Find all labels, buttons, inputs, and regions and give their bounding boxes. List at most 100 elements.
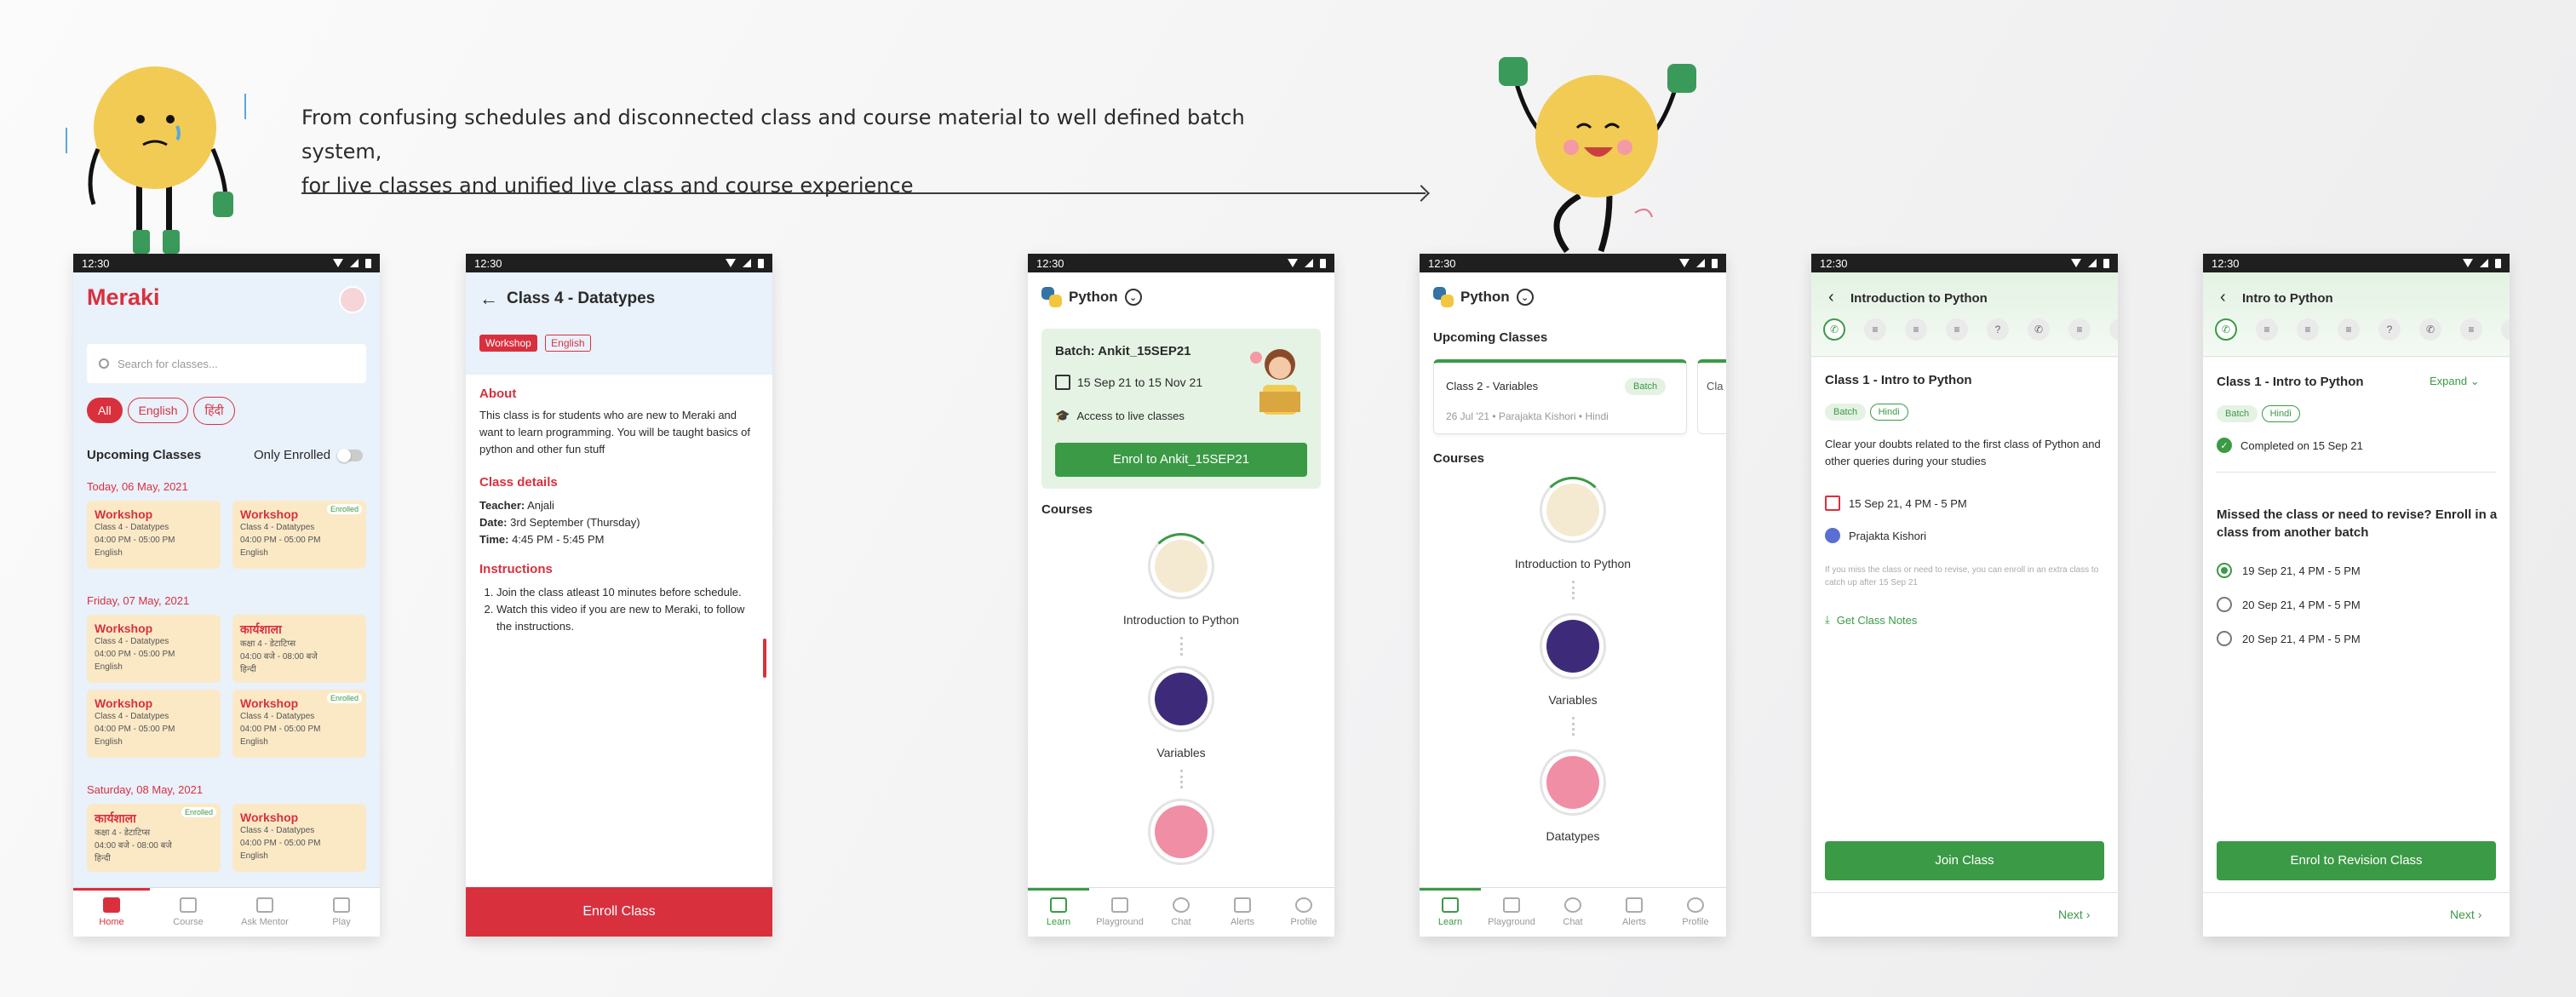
class-card[interactable]: कार्यशाला कक्षा 4 - डेटाटिप्स 04:00 बजे - … — [232, 615, 366, 683]
document-icon[interactable]: ≡ — [2297, 318, 2319, 341]
nav-profile[interactable]: Profile — [1273, 888, 1334, 937]
course-node[interactable] — [1540, 749, 1606, 816]
revision-option[interactable]: 20 Sep 21, 4 PM - 5 PM — [2217, 622, 2361, 656]
course-node[interactable] — [1148, 666, 1214, 732]
document-icon[interactable]: ≡ — [2256, 318, 2278, 341]
enrol-batch-button[interactable]: Enrol to Ankit_15SEP21 — [1055, 443, 1307, 477]
class-card[interactable]: Enrolled Workshop Class 4 - Datatypes 04:00… — [232, 501, 366, 569]
question-icon[interactable]: ? — [1987, 318, 2009, 341]
course-switcher[interactable]: Python ⌄ — [1028, 272, 1334, 322]
teacher-value: Anjali — [527, 499, 554, 512]
datatypes-icon — [1546, 756, 1599, 809]
course-node[interactable] — [1540, 613, 1606, 679]
language-tag: Hindi — [2261, 405, 2300, 422]
course-node[interactable] — [1148, 533, 1214, 599]
nav-playground[interactable]: Playground — [1481, 888, 1542, 937]
wifi-icon — [2463, 259, 2473, 267]
chat-icon — [1564, 897, 1581, 913]
nav-chat[interactable]: Chat — [1150, 888, 1212, 937]
about-heading: About — [479, 387, 517, 401]
path-dots — [1180, 637, 1184, 656]
class-card[interactable]: Workshop Class 4 - Datatypes 04:00 PM - 05… — [232, 804, 366, 872]
back-chevron-icon[interactable]: ‹ — [1828, 288, 1834, 307]
enroll-class-button[interactable]: Enroll Class — [466, 887, 772, 937]
revision-question: Missed the class or need to revise? Enro… — [2217, 507, 2498, 540]
nav-course[interactable]: Course — [150, 888, 227, 937]
filter-hindi[interactable]: हिंदी — [193, 397, 235, 425]
nav-learn[interactable]: Learn — [1420, 888, 1481, 937]
revision-option[interactable]: 20 Sep 21, 4 PM - 5 PM — [2217, 587, 2361, 622]
course-switcher[interactable]: Python ⌄ — [1420, 272, 1726, 322]
sad-mascot — [51, 60, 255, 255]
enrol-revision-button[interactable]: Enrol to Revision Class — [2217, 841, 2496, 880]
filter-english[interactable]: English — [127, 398, 189, 423]
nav-alerts[interactable]: Alerts — [1604, 888, 1665, 937]
next-button[interactable]: Next › — [2450, 908, 2481, 921]
headline: From confusing schedules and disconnecte… — [301, 100, 1323, 203]
phone-call-icon[interactable]: ✆ — [2419, 318, 2441, 341]
class-card[interactable]: Enrolled Workshop Class 4 - Datatypes 04:00… — [232, 690, 366, 758]
next-card-peek[interactable]: Cla — [1697, 359, 1726, 434]
back-arrow-icon[interactable]: ← — [479, 288, 498, 310]
phone-call-icon[interactable]: ✆ — [2215, 318, 2237, 341]
course-node[interactable] — [1540, 477, 1606, 543]
document-icon[interactable]: ≡ — [1864, 318, 1886, 341]
card-line: 04:00 PM - 05:00 PM — [240, 536, 321, 545]
back-chevron-icon[interactable]: ‹ — [2220, 288, 2226, 307]
next-button[interactable]: Next › — [2058, 908, 2090, 921]
nav-learn[interactable]: Learn — [1028, 888, 1089, 937]
upcoming-class-card[interactable]: Class 2 - Variables Batch 26 Jul '21 • P… — [1433, 359, 1687, 434]
bottom-nav: Learn Playground Chat Alerts Profile — [1420, 887, 1726, 937]
card-title: Cla — [1707, 380, 1724, 392]
document-icon[interactable]: ≡ — [1905, 318, 1927, 341]
variables-icon — [1546, 620, 1599, 673]
scrollbar[interactable] — [763, 639, 766, 678]
phone-call-icon[interactable]: ✆ — [1823, 318, 1845, 341]
screen-python-batch: 12:30 Python ⌄ Batch: Ankit_15SEP21 15 S… — [1028, 254, 1334, 937]
nav-alerts[interactable]: Alerts — [1212, 888, 1273, 937]
document-icon[interactable]: ≡ — [2501, 318, 2510, 341]
join-class-button[interactable]: Join Class — [1825, 841, 2104, 880]
radio[interactable] — [2217, 631, 2232, 646]
person-icon — [1687, 897, 1704, 913]
class-card[interactable]: Enrolled कार्यशाला कक्षा 4 - डेटाटिप्स 04:0… — [87, 804, 221, 872]
headline-line-2: for live classes and unified live class … — [301, 174, 914, 198]
document-icon[interactable]: ≡ — [2460, 318, 2482, 341]
nav-profile[interactable]: Profile — [1665, 888, 1726, 937]
instructions-list: Join the class atleast 10 minutes before… — [496, 584, 752, 635]
nav-home[interactable]: Home — [73, 888, 150, 937]
class-card[interactable]: Workshop Class 4 - Datatypes 04:00 PM - 05… — [87, 501, 221, 569]
teacher-key: Teacher: — [479, 499, 525, 512]
filter-all[interactable]: All — [87, 398, 123, 423]
question-icon[interactable]: ? — [2378, 318, 2401, 341]
class-card[interactable]: Workshop Class 4 - Datatypes 04:00 PM - 05… — [87, 690, 221, 758]
nav-play[interactable]: Play — [303, 888, 380, 937]
nav-chat[interactable]: Chat — [1542, 888, 1604, 937]
card-title: Workshop — [95, 622, 153, 635]
completed-row: ✓ Completed on 15 Sep 21 — [2217, 438, 2363, 453]
document-icon[interactable]: ≡ — [2109, 318, 2118, 341]
class-card[interactable]: Workshop Class 4 - Datatypes 04:00 PM - 05… — [87, 615, 221, 683]
bell-icon — [1234, 897, 1251, 913]
filter-chips: All English हिंदी — [87, 397, 240, 425]
nav-ask-mentor[interactable]: Ask Mentor — [227, 888, 303, 937]
phone-call-icon[interactable]: ✆ — [2028, 318, 2050, 341]
document-icon[interactable]: ≡ — [2338, 318, 2360, 341]
nav-playground[interactable]: Playground — [1089, 888, 1150, 937]
radio-selected[interactable] — [2217, 563, 2232, 578]
document-icon[interactable]: ≡ — [2068, 318, 2091, 341]
lesson-stepper: ✆ ≡ ≡ ≡ ? ✆ ≡ ≡ — [2215, 318, 2510, 341]
course-node[interactable] — [1148, 799, 1214, 865]
card-line: 04:00 PM - 05:00 PM — [95, 650, 175, 659]
path-dots — [1572, 581, 1575, 599]
get-class-notes-link[interactable]: ⤓ Get Class Notes — [1825, 613, 1917, 627]
document-icon[interactable]: ≡ — [1946, 318, 1968, 341]
details-heading: Class details — [479, 475, 558, 490]
expand-toggle[interactable]: Expand ⌄ — [2430, 375, 2480, 388]
avatar[interactable] — [339, 286, 366, 313]
only-enrolled-toggle[interactable] — [337, 449, 363, 462]
search-placeholder: Search for classes... — [118, 357, 218, 370]
search-input[interactable]: Search for classes... — [87, 344, 366, 383]
revision-option[interactable]: 19 Sep 21, 4 PM - 5 PM — [2217, 553, 2361, 587]
radio[interactable] — [2217, 597, 2232, 612]
